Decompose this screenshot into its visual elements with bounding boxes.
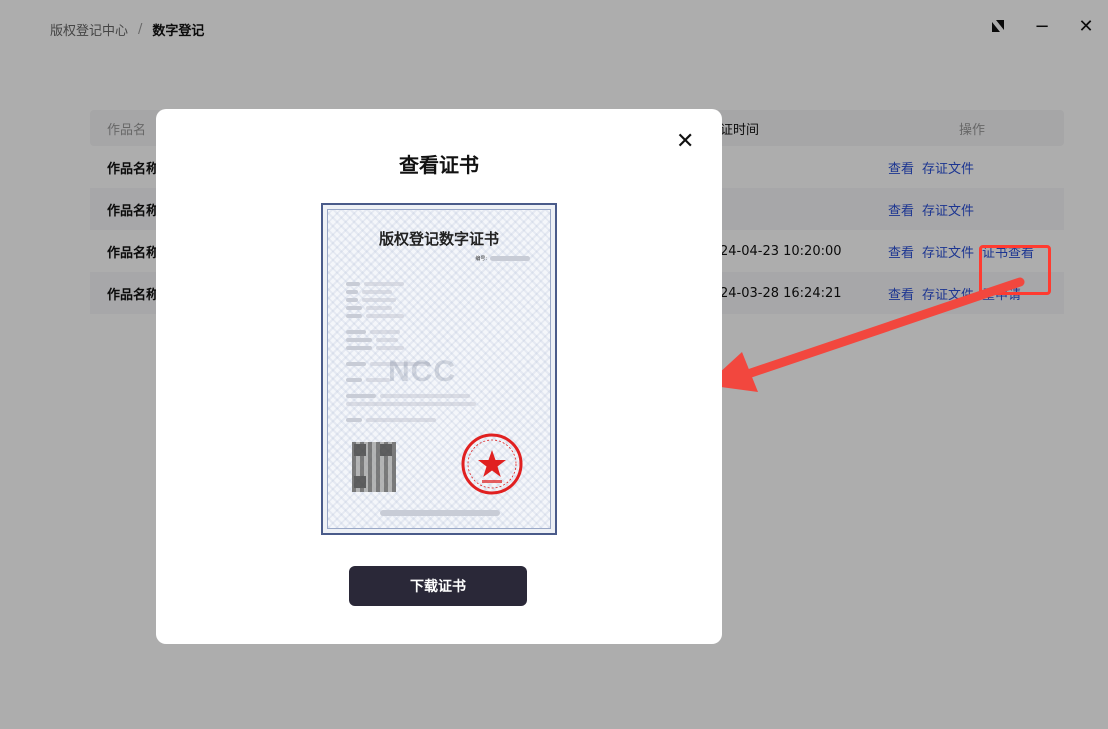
certificate-number-label: 编号: xyxy=(475,256,487,262)
certificate-modal: 查看证书 ✕ 版权登记数字证书 编号: NCC 下载证书 xyxy=(156,109,722,644)
certificate-watermark: NCC xyxy=(388,355,456,388)
official-seal-icon xyxy=(461,433,523,495)
certificate-image: 版权登记数字证书 编号: NCC xyxy=(321,203,557,535)
close-icon[interactable]: ✕ xyxy=(676,129,694,154)
redacted-number xyxy=(490,256,530,261)
certificate-title: 版权登记数字证书 xyxy=(378,230,499,248)
certificate-fields xyxy=(346,280,526,424)
qr-code xyxy=(352,442,396,492)
download-certificate-button[interactable]: 下载证书 xyxy=(349,566,527,606)
modal-title: 查看证书 xyxy=(399,153,479,177)
